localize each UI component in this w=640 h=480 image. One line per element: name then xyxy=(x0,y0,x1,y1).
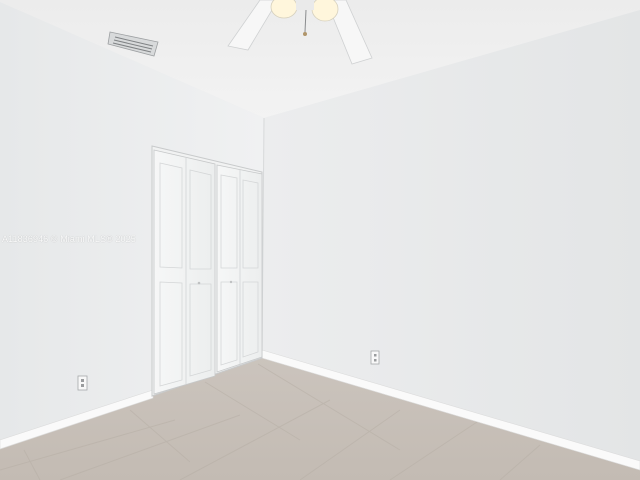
wall-outlet-right xyxy=(370,350,380,365)
closet-door-right xyxy=(216,164,263,373)
room-photo: A11836946 © Miami MLS® 2025 xyxy=(0,0,640,480)
closet-door-left xyxy=(153,149,216,395)
wall-outlet-left xyxy=(77,375,88,391)
mls-watermark: A11836946 © Miami MLS® 2025 xyxy=(2,234,136,244)
